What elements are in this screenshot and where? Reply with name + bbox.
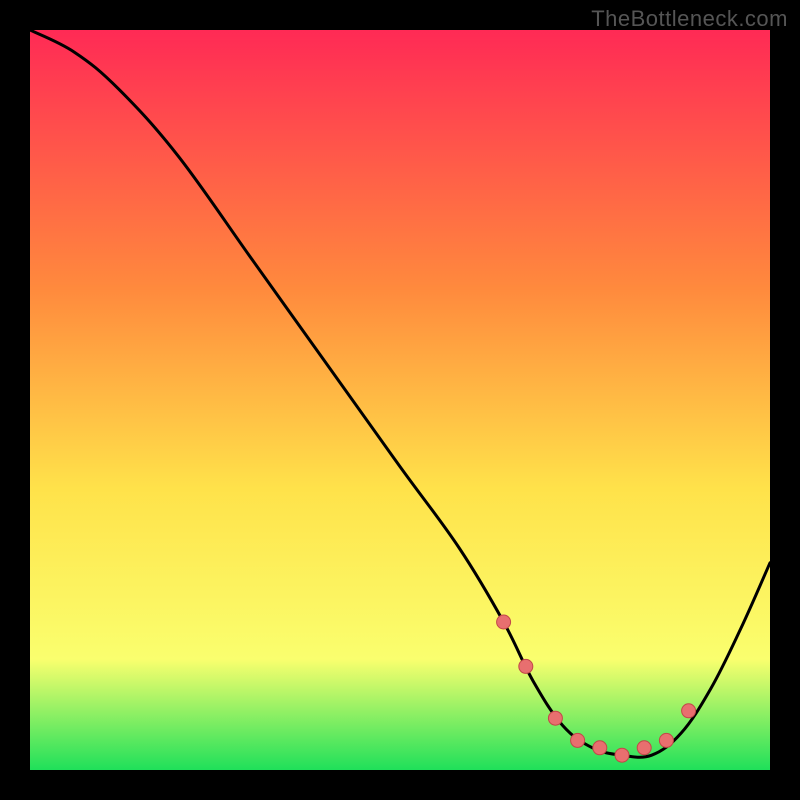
- plot-area: [30, 30, 770, 770]
- marker-point: [548, 711, 562, 725]
- marker-point: [497, 615, 511, 629]
- chart-frame: TheBottleneck.com: [0, 0, 800, 800]
- watermark-text: TheBottleneck.com: [591, 6, 788, 32]
- marker-point: [682, 704, 696, 718]
- marker-point: [593, 741, 607, 755]
- gradient-background: [30, 30, 770, 770]
- marker-point: [571, 733, 585, 747]
- chart-svg: [30, 30, 770, 770]
- marker-point: [615, 748, 629, 762]
- marker-point: [659, 733, 673, 747]
- marker-point: [519, 659, 533, 673]
- marker-point: [637, 741, 651, 755]
